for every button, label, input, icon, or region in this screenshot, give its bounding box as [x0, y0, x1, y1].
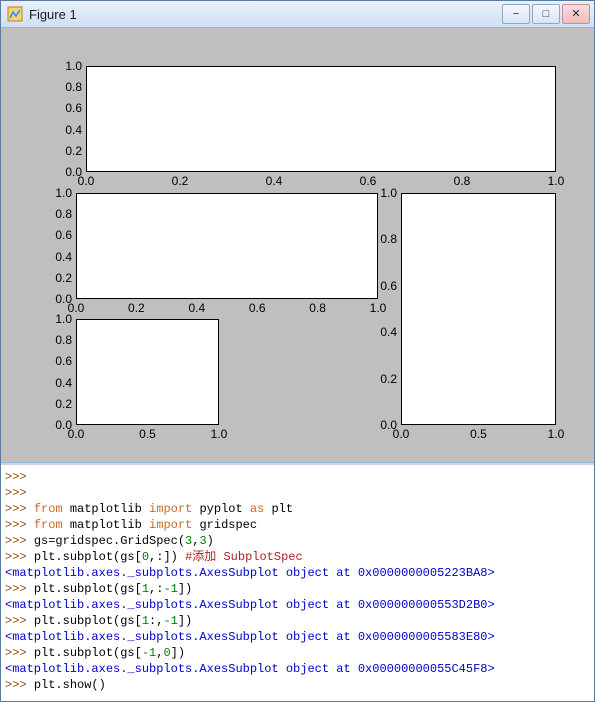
x-tick: 0.5	[139, 427, 156, 441]
titlebar-left: Figure 1	[7, 6, 77, 22]
console-line: <matplotlib.axes._subplots.AxesSubplot o…	[5, 597, 590, 613]
x-tick: 0.8	[309, 301, 326, 315]
console-line: <matplotlib.axes._subplots.AxesSubplot o…	[5, 629, 590, 645]
y-tick: 0.8	[375, 232, 397, 246]
y-tick: 1.0	[60, 59, 82, 73]
console-line: >>>	[5, 469, 590, 485]
figure-window: Figure 1 − □ ✕ 0.00.20.40.60.81.00.00.20…	[0, 0, 595, 702]
python-console[interactable]: >>>>>>>>> from matplotlib import pyplot …	[1, 465, 594, 701]
console-line: >>> plt.subplot(gs[0,:]) #添加 SubplotSpec	[5, 549, 590, 565]
close-icon: ✕	[571, 9, 580, 20]
subplot-3	[401, 193, 556, 425]
y-tick: 0.2	[60, 144, 82, 158]
y-tick: 1.0	[50, 186, 72, 200]
y-tick: 0.4	[50, 376, 72, 390]
x-tick: 0.4	[266, 174, 283, 188]
x-tick: 0.6	[360, 174, 377, 188]
console-line: >>> gs=gridspec.GridSpec(3,3)	[5, 533, 590, 549]
y-tick: 0.6	[50, 354, 72, 368]
x-tick: 0.2	[128, 301, 145, 315]
y-tick: 0.0	[60, 165, 82, 179]
y-tick: 0.0	[50, 418, 72, 432]
y-tick: 0.4	[60, 123, 82, 137]
y-tick: 1.0	[375, 186, 397, 200]
y-tick: 0.2	[50, 397, 72, 411]
y-tick: 0.6	[60, 101, 82, 115]
maximize-icon: □	[543, 9, 550, 20]
y-tick: 1.0	[50, 312, 72, 326]
y-tick: 0.0	[375, 418, 397, 432]
y-tick: 0.8	[60, 80, 82, 94]
console-line: >>> from matplotlib import gridspec	[5, 517, 590, 533]
subplot-4	[76, 319, 219, 425]
minimize-button[interactable]: −	[502, 4, 530, 24]
titlebar[interactable]: Figure 1 − □ ✕	[1, 1, 594, 28]
subplot-1	[86, 66, 556, 172]
x-tick: 0.5	[470, 427, 487, 441]
console-line: <matplotlib.axes._subplots.AxesSubplot o…	[5, 661, 590, 677]
x-tick: 0.8	[454, 174, 471, 188]
x-tick: 1.0	[548, 174, 565, 188]
x-tick: 1.0	[370, 301, 387, 315]
y-tick: 0.6	[50, 228, 72, 242]
console-line: >>> plt.subplot(gs[-1,0])	[5, 645, 590, 661]
console-line: >>> plt.show()	[5, 677, 590, 693]
window-title: Figure 1	[29, 7, 77, 22]
x-tick: 1.0	[211, 427, 228, 441]
y-tick: 0.4	[50, 250, 72, 264]
maximize-button[interactable]: □	[532, 4, 560, 24]
subplot-2	[76, 193, 378, 299]
close-button[interactable]: ✕	[562, 4, 590, 24]
figure-canvas[interactable]: 0.0 0.2 0.4 0.6 0.8 1.0 0.0 0.2 0.4 0.6 0.8 1.0 0.0 0…	[1, 28, 594, 462]
y-tick: 0.0	[50, 292, 72, 306]
y-tick: 0.2	[375, 372, 397, 386]
x-tick: 0.4	[188, 301, 205, 315]
x-tick: 0.2	[172, 174, 189, 188]
console-line: >>> from matplotlib import pyplot as plt	[5, 501, 590, 517]
window-buttons: − □ ✕	[502, 4, 590, 24]
console-line: <matplotlib.axes._subplots.AxesSubplot o…	[5, 565, 590, 581]
y-tick: 0.8	[50, 333, 72, 347]
app-icon	[7, 6, 23, 22]
y-tick: 0.4	[375, 325, 397, 339]
y-tick: 0.6	[375, 279, 397, 293]
x-tick: 0.6	[249, 301, 266, 315]
console-line: >>>	[5, 485, 590, 501]
minimize-icon: −	[513, 9, 519, 20]
y-tick: 0.8	[50, 207, 72, 221]
console-line: >>> plt.subplot(gs[1:,-1])	[5, 613, 590, 629]
y-tick: 0.2	[50, 271, 72, 285]
console-line: >>> plt.subplot(gs[1,:-1])	[5, 581, 590, 597]
x-tick: 1.0	[548, 427, 565, 441]
